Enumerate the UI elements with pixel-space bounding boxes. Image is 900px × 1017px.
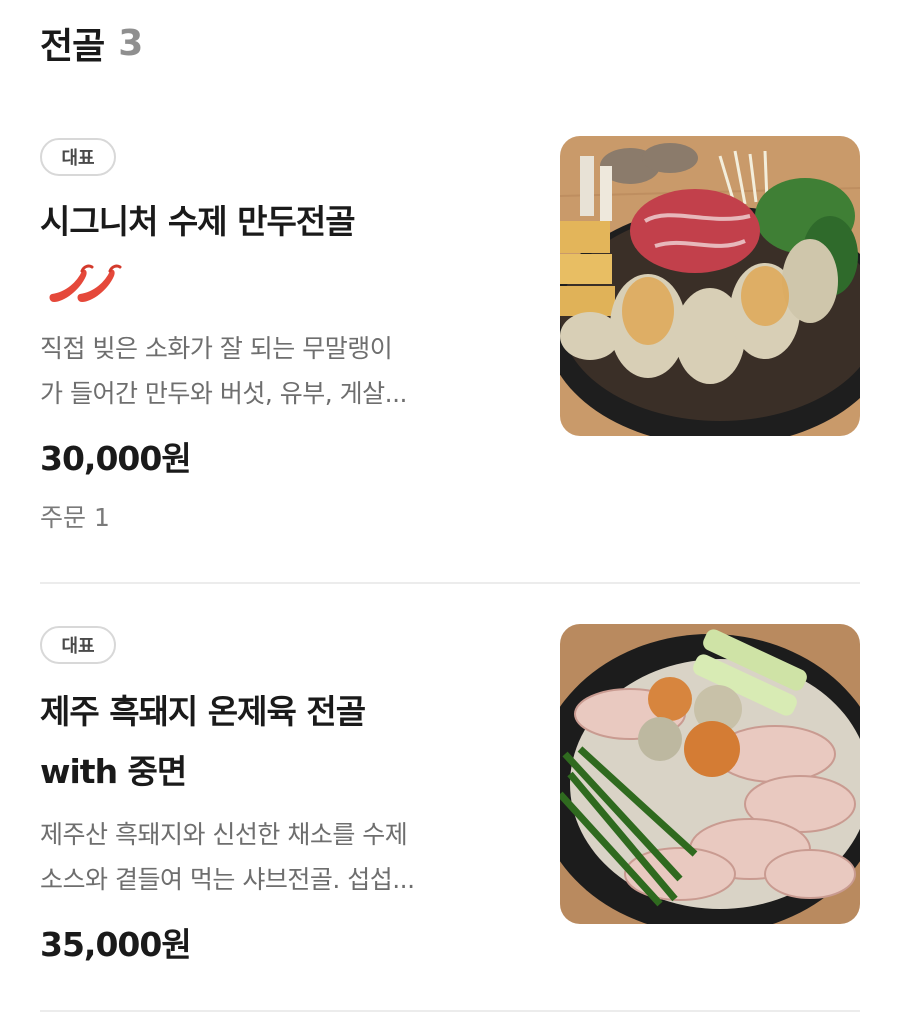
menu-item-name-line: with 중면 [40, 752, 187, 791]
menu-item-jeju-black-pork-hotpot[interactable]: 대표 제주 흑돼지 온제육 전골 with 중면 제주산 흑돼지와 신선한 채소… [40, 624, 860, 974]
description-line: 가 들어간 만두와 버섯, 유부, 게살... [40, 379, 407, 408]
section-count: 3 [118, 22, 144, 64]
menu-item-name-line: 제주 흑돼지 온제육 전골 [40, 692, 366, 731]
description-line: 제주산 흑돼지와 신선한 채소를 수제 [40, 820, 408, 849]
menu-item-order-count: 주문 1 [40, 503, 110, 532]
item-divider [40, 1010, 860, 1012]
menu-item-name: 제주 흑돼지 온제육 전골 with 중면 [40, 682, 530, 802]
menu-item-description: 제주산 흑돼지와 신선한 채소를 수제 소스와 곁들여 먹는 샤브전골. 섭섭.… [40, 812, 520, 902]
menu-item-signature-dumpling-hotpot[interactable]: 대표 시그니처 수제 만두전골 직접 빚은 소화가 잘 되는 무말랭이 가 들어… [40, 136, 860, 546]
menu-item-price: 35,000원 [40, 925, 192, 964]
signature-badge: 대표 [40, 626, 116, 664]
section-title: 전골 [40, 26, 105, 67]
menu-item-description: 직접 빚은 소화가 잘 되는 무말랭이 가 들어간 만두와 버섯, 유부, 게살… [40, 326, 520, 416]
item-divider [40, 582, 860, 584]
spicy-level-indicator [49, 264, 122, 302]
description-line: 소스와 곁들여 먹는 샤브전골. 섭섭... [40, 865, 415, 894]
signature-badge: 대표 [40, 138, 116, 176]
dumpling-hotpot-photo [560, 136, 860, 436]
menu-item-name: 시그니처 수제 만두전골 [40, 202, 356, 241]
black-pork-hotpot-photo [560, 624, 860, 924]
menu-item-price: 30,000원 [40, 439, 192, 478]
description-line: 직접 빚은 소화가 잘 되는 무말랭이 [40, 334, 393, 363]
section-header: 전골 3 [40, 18, 143, 68]
